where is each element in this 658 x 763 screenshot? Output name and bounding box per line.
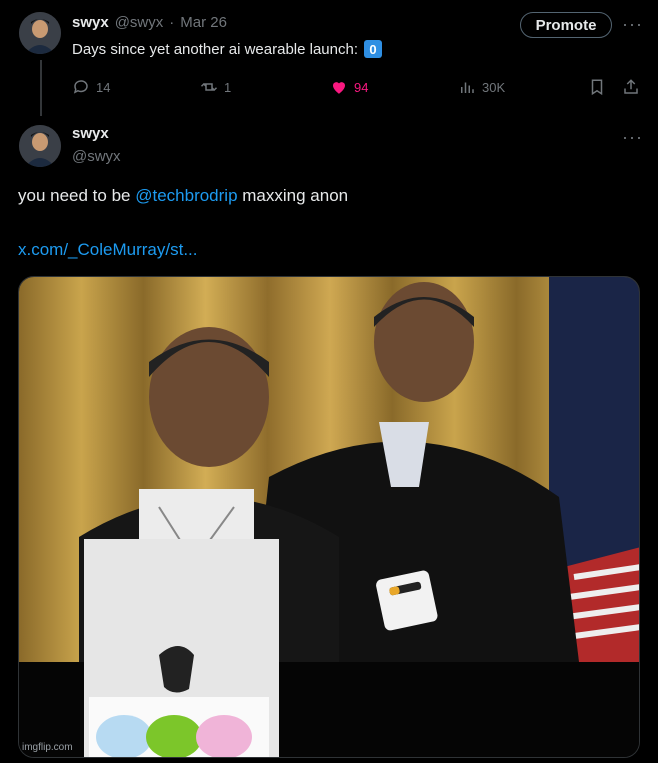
bookmark-button[interactable] — [588, 78, 606, 96]
thread-line — [40, 60, 42, 116]
person-left-head — [149, 327, 269, 467]
more-options-icon[interactable]: ··· — [622, 127, 643, 148]
views-icon — [461, 82, 474, 93]
views-count: 30K — [482, 79, 506, 95]
avatar[interactable] — [19, 12, 61, 54]
reply-icon — [73, 80, 88, 94]
reply-count: 14 — [96, 79, 111, 95]
bookmark-icon — [591, 79, 603, 96]
mention-link[interactable]: @techbrodrip — [135, 186, 237, 205]
tweet-link[interactable]: x.com/_ColeMurray/st... — [18, 240, 198, 260]
zero-badge: 0 — [364, 40, 382, 58]
repost-count: 1 — [224, 79, 232, 95]
like-count: 94 — [354, 79, 369, 95]
tweet2-text: you need to be @techbrodrip maxxing anon — [18, 186, 348, 206]
separator: · — [169, 14, 175, 31]
handle[interactable]: @swyx — [115, 14, 164, 31]
tweet1-text-body: Days since yet another ai wearable launc… — [72, 40, 358, 58]
repost-button[interactable]: 1 — [200, 78, 231, 96]
tweet2-text-before: you need to be — [18, 186, 136, 205]
meme-image[interactable] — [18, 276, 640, 758]
rabbit-device-overlay — [376, 570, 438, 631]
imgflip-watermark: imgflip.com — [22, 742, 73, 753]
display-name[interactable]: swyx — [72, 14, 109, 31]
more-options-icon[interactable]: ··· — [622, 14, 643, 35]
handle[interactable]: @swyx — [72, 148, 121, 165]
reply-button[interactable]: 14 — [72, 78, 110, 96]
share-button[interactable] — [622, 78, 640, 96]
like-button[interactable]: 94 — [330, 78, 368, 96]
avatar[interactable] — [19, 125, 61, 167]
display-name[interactable]: swyx — [72, 125, 109, 142]
tweet2-text-after: maxxing anon — [237, 186, 349, 205]
share-icon — [624, 79, 638, 94]
like-icon — [333, 82, 345, 94]
person-right-head — [374, 282, 474, 402]
views-button[interactable]: 30K — [458, 78, 505, 96]
timestamp[interactable]: Mar 26 — [180, 14, 227, 31]
repost-icon — [200, 82, 218, 92]
tweet1-header: swyx @swyx · Mar 26 — [72, 14, 227, 31]
promote-button[interactable]: Promote — [520, 12, 612, 38]
tweet1-actions: 14 1 94 30K — [72, 78, 648, 98]
tweet1-text: Days since yet another ai wearable launc… — [72, 40, 382, 58]
